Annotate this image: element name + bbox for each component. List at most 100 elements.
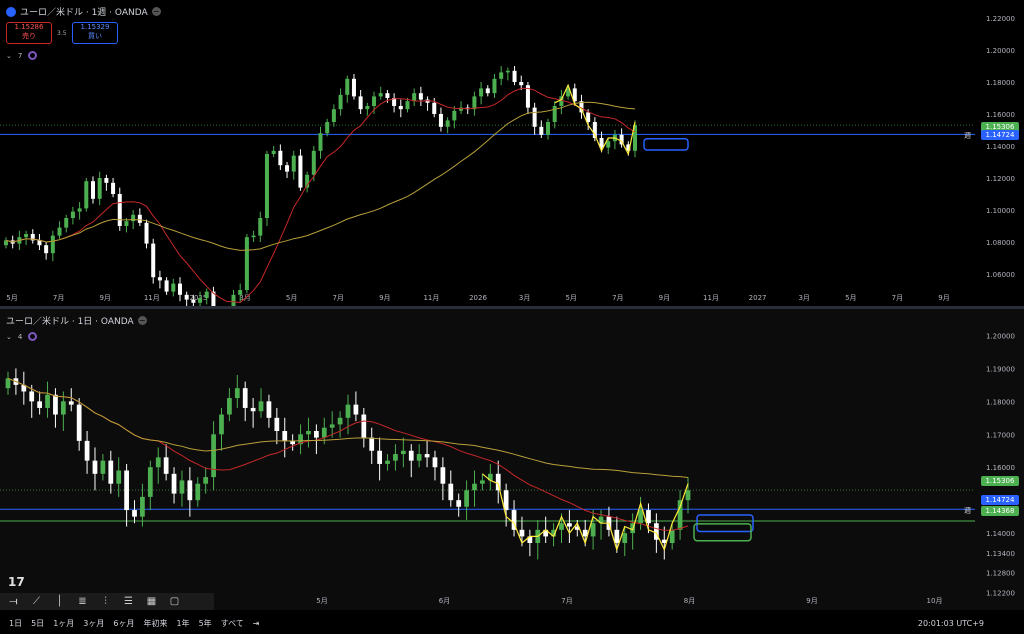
candle-body bbox=[219, 414, 224, 435]
y-tick-label: 1.12200 bbox=[986, 589, 1015, 597]
weekly-chart-panel[interactable]: 1.22000 1.20000 1.18000 1.16000 1.14000 1.120… bbox=[0, 0, 1024, 306]
timeframe-button[interactable]: 5年 bbox=[199, 619, 212, 628]
fib-icon[interactable]: ≣ bbox=[73, 595, 92, 608]
drawing-toolbar: ⟞ ⟋ │ ≣ ⫶ ☰ ▦ ▢ bbox=[0, 593, 214, 610]
candle-body bbox=[24, 234, 29, 238]
x-tick-label: 8月 bbox=[684, 597, 695, 605]
candle-body bbox=[132, 510, 137, 517]
candle-body bbox=[90, 181, 95, 199]
candle-body bbox=[50, 235, 55, 254]
candle-body bbox=[400, 450, 406, 455]
candle-body bbox=[377, 450, 382, 464]
y-tick-label: 1.17000 bbox=[986, 431, 1015, 439]
x-tick-label: 7月 bbox=[332, 294, 343, 302]
candle-body bbox=[472, 96, 477, 110]
y-tick-label: 1.20000 bbox=[986, 332, 1015, 340]
x-tick-label: 5月 bbox=[316, 597, 327, 605]
timeframe-list: 1日 5日 1ヶ月 3ヶ月 6ヶ月 年初来 1年 5年 すべて bbox=[0, 618, 244, 629]
x-tick-label: 6月 bbox=[439, 597, 450, 605]
candle-body bbox=[177, 283, 182, 295]
y-tick-label: 1.12800 bbox=[986, 570, 1015, 578]
clock: 20:01:03 UTC+9 bbox=[917, 619, 984, 628]
candle-body bbox=[171, 283, 176, 292]
candle-body bbox=[266, 401, 272, 418]
eye-icon[interactable] bbox=[28, 51, 38, 60]
timeframe-button[interactable]: 1ヶ月 bbox=[53, 619, 74, 628]
tradingview-logo: 17 bbox=[8, 575, 25, 589]
goto-date-icon[interactable]: ⇥ bbox=[253, 619, 260, 628]
hline-label: 週 bbox=[964, 130, 971, 139]
candle-body bbox=[70, 211, 75, 218]
hline-label: 週 bbox=[964, 505, 971, 514]
candle-body bbox=[331, 109, 336, 122]
timeframe-button[interactable]: 3ヶ月 bbox=[83, 619, 104, 628]
candle-body bbox=[456, 500, 462, 507]
candle-body bbox=[505, 70, 510, 73]
daily-chart-panel[interactable]: 1.200001.190001.180001.170001.160001.150… bbox=[0, 309, 1024, 610]
candle-body bbox=[606, 141, 611, 148]
candle-body bbox=[365, 106, 370, 110]
candle-body bbox=[445, 120, 450, 127]
candle-body bbox=[100, 460, 106, 474]
candle-body bbox=[614, 529, 620, 543]
trend-line-icon[interactable]: ⟋ bbox=[27, 595, 46, 608]
candle-body bbox=[124, 470, 129, 511]
candle-body bbox=[157, 277, 162, 281]
indicator-toggle[interactable]: ⌄ 4 bbox=[6, 332, 38, 341]
y-tick-label: 1.16000 bbox=[986, 111, 1015, 119]
daily-chart-canvas[interactable]: 1.200001.190001.180001.170001.160001.150… bbox=[0, 309, 1024, 610]
collapse-icon[interactable]: − bbox=[137, 316, 147, 325]
candle-body bbox=[60, 401, 66, 415]
candle-body bbox=[306, 431, 311, 435]
candle-body bbox=[358, 96, 363, 110]
x-tick-label: 11月 bbox=[144, 294, 160, 302]
buy-button[interactable]: 1.15329 買い bbox=[72, 22, 118, 44]
last-price-tag: 1.15306 bbox=[981, 476, 1019, 486]
collapse-icon[interactable]: − bbox=[151, 7, 161, 16]
candle-body bbox=[29, 391, 35, 402]
timeframe-button[interactable]: 5日 bbox=[31, 619, 44, 628]
y-tick-label: 1.10000 bbox=[986, 207, 1015, 215]
candle-body bbox=[519, 82, 524, 86]
candle-body bbox=[408, 450, 414, 461]
channel-icon[interactable]: ☰ bbox=[119, 595, 138, 608]
candle-body bbox=[92, 460, 98, 474]
timeframe-button[interactable]: 1日 bbox=[9, 619, 22, 628]
chevron-down-icon: ⌄ bbox=[6, 51, 12, 60]
candle-body bbox=[519, 529, 525, 537]
candle-body bbox=[179, 480, 185, 494]
vertical-line-icon[interactable]: │ bbox=[50, 595, 69, 608]
timeframe-button[interactable]: 1年 bbox=[176, 619, 189, 628]
gann-icon[interactable]: ▦ bbox=[142, 595, 161, 608]
candle-body bbox=[480, 480, 485, 484]
candle-body bbox=[479, 88, 484, 97]
candle-body bbox=[424, 454, 430, 458]
candle-body bbox=[234, 388, 240, 399]
sell-button[interactable]: 1.15286 売り bbox=[6, 22, 52, 44]
x-tick-label: 11月 bbox=[423, 294, 439, 302]
candle-body bbox=[244, 237, 249, 290]
hline-price-tag: 1.14724 bbox=[981, 495, 1019, 505]
weekly-chart-canvas[interactable]: 1.22000 1.20000 1.18000 1.16000 1.14000 1.120… bbox=[0, 0, 1024, 306]
timeframe-button[interactable]: 年初来 bbox=[143, 619, 167, 628]
candle-body bbox=[116, 470, 122, 484]
candle-body bbox=[53, 394, 58, 415]
daily-chart-header: ユーロ／米ドル · 1日 · OANDA − bbox=[6, 314, 147, 327]
candle-body bbox=[353, 404, 359, 415]
candle-body bbox=[84, 181, 89, 209]
rectangle-icon[interactable]: ▢ bbox=[165, 595, 184, 608]
x-tick-label: 9月 bbox=[806, 597, 817, 605]
candle-body bbox=[472, 483, 477, 491]
indicator-toggle[interactable]: ⌄ 7 bbox=[6, 51, 38, 60]
timeframe-button[interactable]: 6ヶ月 bbox=[113, 619, 134, 628]
horizontal-ray-icon[interactable]: ⟞ bbox=[4, 595, 23, 608]
buy-label: 買い bbox=[88, 32, 102, 40]
candle-body bbox=[204, 291, 209, 298]
candle-body bbox=[264, 154, 269, 218]
eye-icon[interactable] bbox=[28, 332, 38, 341]
candle-body bbox=[567, 523, 572, 527]
timeframe-button[interactable]: すべて bbox=[221, 619, 244, 628]
candle-body bbox=[84, 440, 90, 461]
chevron-down-icon: ⌄ bbox=[6, 332, 12, 341]
pitchfork-icon[interactable]: ⫶ bbox=[96, 595, 115, 608]
